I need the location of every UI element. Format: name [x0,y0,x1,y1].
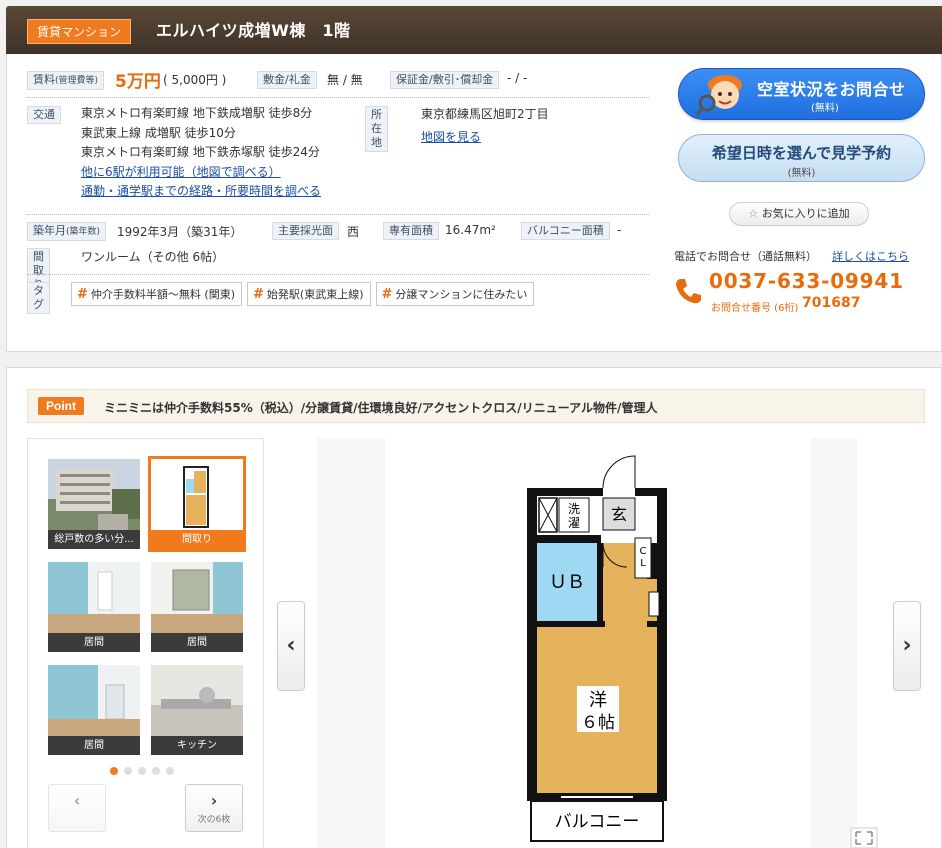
viewer-next-button[interactable]: › [893,601,921,691]
guarantee-label: 保証金/敷引･償却金 [390,71,500,89]
route-search-link[interactable]: 通勤・通学駅までの経路・所要時間を調べる [81,184,321,198]
phone-details-link[interactable]: 詳しくはこちら [832,248,909,264]
room-photo [48,665,140,737]
guarantee-value: - / - [507,71,528,85]
thumbnail-list: 総戸数の多い分... 間取り 居間 居間 居間 キッチン ‹ › 次の6枚 [27,438,264,848]
built-value: 1992年3月（築31年） [117,225,243,239]
inquiry-code-label: お問合せ番号 (6桁) [711,303,799,314]
chevron-left-icon: ‹ [286,633,296,658]
property-summary-panel: 賃料(管理費等) 5万円 ( 5,000円 ) 敷金/礼金 無 / 無 保証金/… [6,54,942,352]
prev-thumbnails-button[interactable]: ‹ [48,784,106,832]
mascot-icon [695,75,742,116]
point-text: ミニミニは仲介手数料55%（税込）/分譲賃貸/住環境良好/アクセントクロス/リニ… [104,401,658,415]
rent-label: 賃料(管理費等) [27,71,105,90]
access-line: 東武東上線 成増駅 徒歩10分 [81,125,236,140]
property-header: 賃貸マンション エルハイツ成増W棟 1階 [6,6,942,54]
thumbnail-kitchen[interactable]: キッチン [151,665,243,755]
visit-button-label: 希望日時を選んで見学予約 [711,144,892,162]
deposit-value: 無 / 無 [327,73,363,87]
add-favorite-button[interactable]: ☆ お気に入りに追加 [729,202,869,226]
access-line: 東京メトロ有楽町線 地下鉄赤塚駅 徒歩24分 [81,145,320,159]
washer-label: 洗濯 [568,502,580,530]
lighting-value: 西 [347,225,360,239]
page-dot[interactable] [138,767,146,775]
map-link[interactable]: 地図を見る [421,128,481,145]
balcony-area-value: - [617,223,622,237]
visit-reservation-button[interactable]: 希望日時を選んで見学予約 (無料) [678,134,925,182]
address-value: 東京都練馬区旭町2丁目 [421,107,549,121]
tag-chip[interactable]: # 始発駅(東武東上線) [247,282,371,306]
madori-value: ワンルーム（その他 6帖） [81,250,225,264]
rent-value: 5万円 [115,72,161,92]
kitchen-photo [151,665,243,737]
vacancy-inquiry-button[interactable]: 空室状況をお問合せ (無料) [678,68,925,120]
thumbnail-floorplan[interactable]: 間取り [148,456,246,552]
thumbnail-caption: 間取り [151,530,243,549]
tag-label: タグ [27,282,50,314]
thumbnail-caption: 居間 [151,633,243,652]
vacancy-button-label: 空室状況をお問合せ [757,80,906,99]
thumbnail-caption: キッチン [151,736,243,755]
access-label: 交通 [27,106,61,124]
thumbnail-exterior[interactable]: 総戸数の多い分... [48,459,140,549]
address-label: 所在地 [365,106,388,152]
thumbnail-caption: 居間 [48,736,140,755]
area-label: 専有面積 [383,222,439,240]
floorplan-thumb [151,459,243,531]
room-size-label: ６帖 [581,713,615,733]
thumbnail-caption: 総戸数の多い分... [48,530,140,549]
chevron-right-icon: › [902,633,912,658]
area-value: 16.47m² [445,223,496,237]
room-type-label: 洋 [589,690,607,711]
thumbnail-caption: 居間 [48,633,140,652]
phone-icon [676,279,701,304]
next-thumbnails-button[interactable]: › 次の6枚 [185,784,243,832]
page-dot[interactable] [152,767,160,775]
lighting-label: 主要採光面 [272,222,339,240]
access-lines: 東京メトロ有楽町線 地下鉄成増駅 徒歩8分 東武東上線 成増駅 徒歩10分 東京… [81,104,321,202]
room-photo [151,562,243,634]
thumbnail-living[interactable]: 居間 [48,562,140,652]
phone-number[interactable]: 0037-633-09941 [709,269,904,293]
thumbnail-living[interactable]: 居間 [151,562,243,652]
bath-label: ＵＢ [549,572,585,593]
point-bar: Point ミニミニは仲介手数料55%（税込）/分譲賃貸/住環境良好/アクセント… [27,389,925,423]
gallery-panel: Point ミニミニは仲介手数料55%（税込）/分譲賃貸/住環境良好/アクセント… [6,367,942,848]
viewer-prev-button[interactable]: ‹ [277,601,305,691]
floorplan-image: 洗濯 玄 CL ＵＢ 洋 ６帖 バルコニー [527,455,667,842]
more-stations-link[interactable]: 他に6駅が利用可能（地図で調べる） [81,165,281,179]
management-fee: ( 5,000円 ) [163,73,227,87]
vacancy-button-sub: (無料) [811,103,839,114]
built-label: 築年月(築年数) [27,222,107,241]
main-image-viewer: 洗濯 玄 CL ＵＢ 洋 ６帖 バルコニー ‹ › [277,438,921,848]
balcony-label: バルコニー [555,812,640,832]
entrance-label: 玄 [611,505,627,524]
thumbnail-pagination-dots [110,764,180,778]
viewer-canvas: 洗濯 玄 CL ＵＢ 洋 ６帖 バルコニー [385,438,811,848]
page-dot[interactable] [110,767,118,775]
inquiry-code: 701687 [802,295,861,311]
deposit-label: 敷金/礼金 [257,71,317,89]
room-photo [48,562,140,634]
page-dot[interactable] [166,767,174,775]
page-dot[interactable] [124,767,132,775]
balcony-area-label: バルコニー面積 [521,222,610,240]
property-title: エルハイツ成増W棟 1階 [156,21,351,40]
point-badge: Point [38,397,84,415]
fee-row: 賃料(管理費等) 5万円 ( 5,000円 ) 敷金/礼金 無 / 無 保証金/… [27,68,657,92]
phone-inquiry-label: 電話でお問合せ（通話無料） [674,250,817,263]
next-thumbnails-label: 次の6枚 [197,815,231,825]
tag-chip[interactable]: # 分譲マンションに住みたい [375,282,535,306]
building-photo [48,459,140,531]
star-plus-icon: ☆ [748,207,759,220]
chevron-right-icon: › [210,791,218,810]
tag-chip[interactable]: # 仲介手数料半額～無料 (関東) [71,282,242,306]
visit-button-sub: (無料) [787,168,816,179]
category-badge: 賃貸マンション [27,19,132,44]
access-line: 東京メトロ有楽町線 地下鉄成増駅 徒歩8分 [81,106,313,120]
thumbnail-living[interactable]: 居間 [48,665,140,755]
closet-label: CL [640,546,647,569]
chevron-left-icon: ‹ [73,791,81,810]
expand-icon[interactable] [850,827,878,848]
